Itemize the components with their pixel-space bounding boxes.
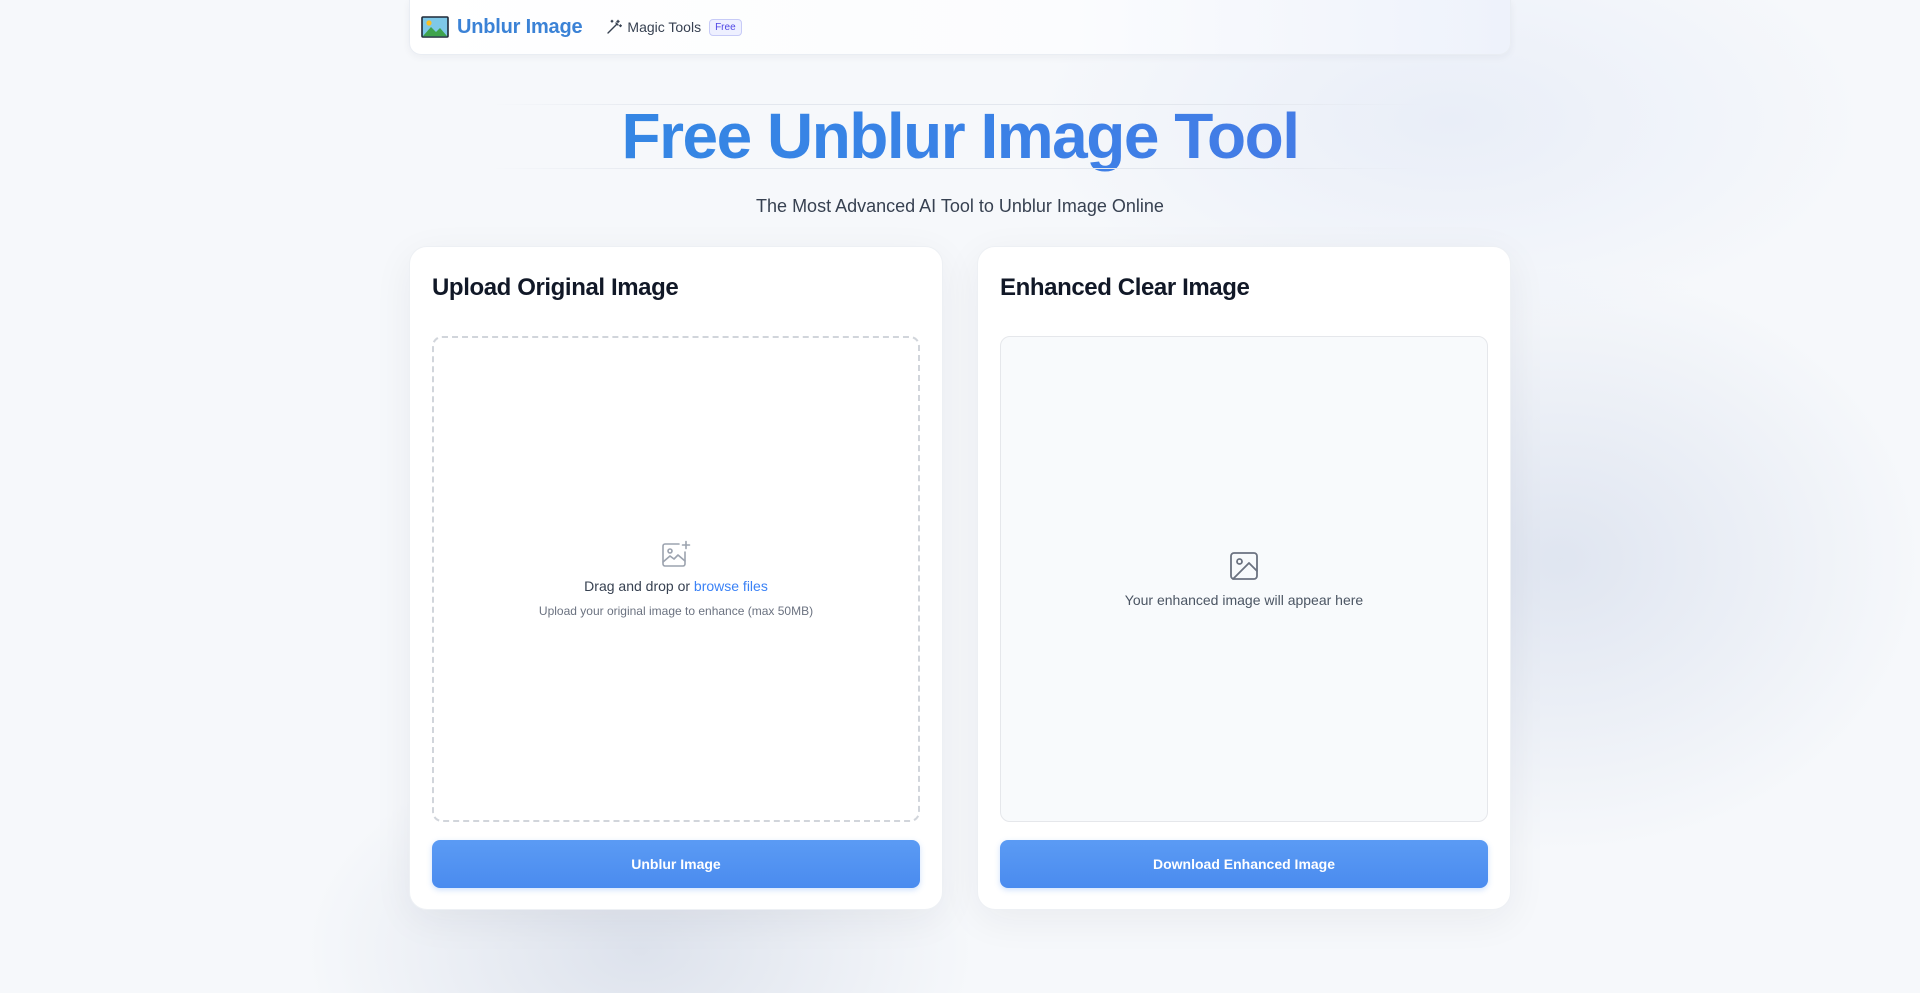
page-title: Free Unblur Image Tool xyxy=(0,98,1920,174)
result-panel: Enhanced Clear Image Your enhanced image… xyxy=(977,246,1511,910)
result-panel-title: Enhanced Clear Image xyxy=(1000,274,1250,301)
result-placeholder: Your enhanced image will appear here xyxy=(1124,591,1364,608)
upload-hint: Upload your original image to enhance (m… xyxy=(538,604,814,618)
browse-files-link[interactable]: browse files xyxy=(694,578,768,594)
upload-dropzone[interactable]: Drag and drop or browse files Upload you… xyxy=(432,336,920,822)
magic-tools-label: Magic Tools xyxy=(627,19,702,35)
page-subtitle: The Most Advanced AI Tool to Unblur Imag… xyxy=(756,196,1164,216)
download-enhanced-image-button[interactable]: Download Enhanced Image xyxy=(1000,840,1488,888)
hero-divider-bottom xyxy=(490,168,1430,169)
top-navbar: Unblur Image Magic Tools Free xyxy=(409,0,1511,55)
dropzone-text: Drag and drop or browse files xyxy=(584,578,768,594)
landscape-image-icon[interactable] xyxy=(421,16,449,38)
image-plus-icon xyxy=(662,540,691,567)
upload-panel: Upload Original Image Drag and drop or b… xyxy=(409,246,943,910)
drop-instruction: Drag and drop or xyxy=(584,578,694,594)
upload-panel-title: Upload Original Image xyxy=(432,274,679,301)
unblur-image-button[interactable]: Unblur Image xyxy=(432,840,920,888)
result-preview: Your enhanced image will appear here xyxy=(1000,336,1488,822)
free-badge: Free xyxy=(709,18,742,36)
image-icon xyxy=(1230,551,1258,580)
brand-name[interactable]: Unblur Image xyxy=(457,16,583,39)
nav-magic-tools[interactable]: Magic Tools Free xyxy=(606,18,742,36)
magic-wand-icon xyxy=(607,19,623,34)
